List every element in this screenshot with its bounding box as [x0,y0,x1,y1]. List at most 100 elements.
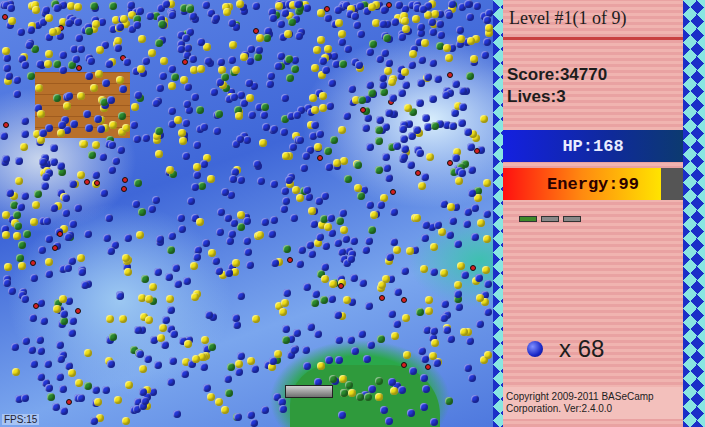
ball [74,204,82,212]
ball [40,317,48,325]
ball [348,85,356,93]
ball [125,381,133,389]
ball [198,182,206,190]
ball [84,230,92,238]
ball [94,115,102,123]
ball [2,231,10,239]
ball [409,50,417,58]
ball [286,74,294,82]
ball [271,259,279,267]
ball [138,208,146,216]
ball [116,292,124,300]
ball [429,59,437,67]
ball [251,365,259,373]
ball [475,274,483,282]
ball [256,231,264,239]
ball [307,323,315,331]
ball [134,91,142,99]
ball [261,218,269,226]
ball [244,248,252,256]
ball [380,6,388,14]
ball [29,314,37,322]
ball [116,23,124,31]
ball [30,274,38,282]
ball [237,352,245,360]
ball [193,163,201,171]
ball [0,132,8,140]
ball [282,325,290,333]
ball [105,60,113,68]
ball [16,254,24,262]
ball [292,186,300,194]
ball [103,234,111,242]
ball [293,329,301,337]
ball [328,295,336,303]
ball [314,143,322,151]
ball [471,204,479,212]
ball [41,182,49,190]
ball [313,46,321,54]
ball [394,288,402,296]
ball [99,153,107,161]
ball [152,196,160,204]
ball [171,73,179,81]
ball [182,119,190,127]
ball [417,79,425,87]
ball [466,13,474,21]
ball [437,31,445,39]
ball [45,258,53,266]
ball [408,61,416,69]
ball [351,12,359,20]
ball [75,379,83,387]
ball [2,211,10,219]
ball [166,295,174,303]
ball [172,264,180,272]
ball [421,39,429,47]
ball [77,171,85,179]
ball [149,283,157,291]
ball [351,347,359,355]
ball [420,374,428,382]
ball [5,72,13,80]
playfield[interactable]: FPS:15 [0,0,493,427]
ball [380,88,388,96]
ball [130,121,138,129]
ball [156,84,164,92]
ball [178,225,186,233]
ball [200,123,208,131]
ball [196,218,204,226]
ball [277,20,285,28]
ball [270,216,278,224]
ball [329,375,337,383]
ball [429,28,437,36]
ball [281,94,289,102]
ball [336,217,344,225]
ball [416,308,424,316]
ball [365,237,373,245]
ball [302,152,310,160]
hp-label: HP:168 [503,130,683,162]
ball [416,149,424,157]
ball [43,217,51,225]
ball [237,91,245,99]
ball [416,99,424,107]
ball [189,55,197,63]
ball [21,130,29,138]
ball [252,2,260,10]
ball [447,335,455,343]
ball [457,35,465,43]
ball [45,270,53,278]
ball [190,262,198,270]
ball [343,296,351,304]
ball [108,166,116,174]
ball [303,4,311,12]
ball [92,171,100,179]
ball [398,33,406,41]
ball [368,226,376,234]
ball [385,59,393,67]
ball [320,296,328,304]
paddle[interactable] [285,385,333,398]
ball [282,336,290,344]
ball [406,247,414,255]
ball [42,6,50,14]
